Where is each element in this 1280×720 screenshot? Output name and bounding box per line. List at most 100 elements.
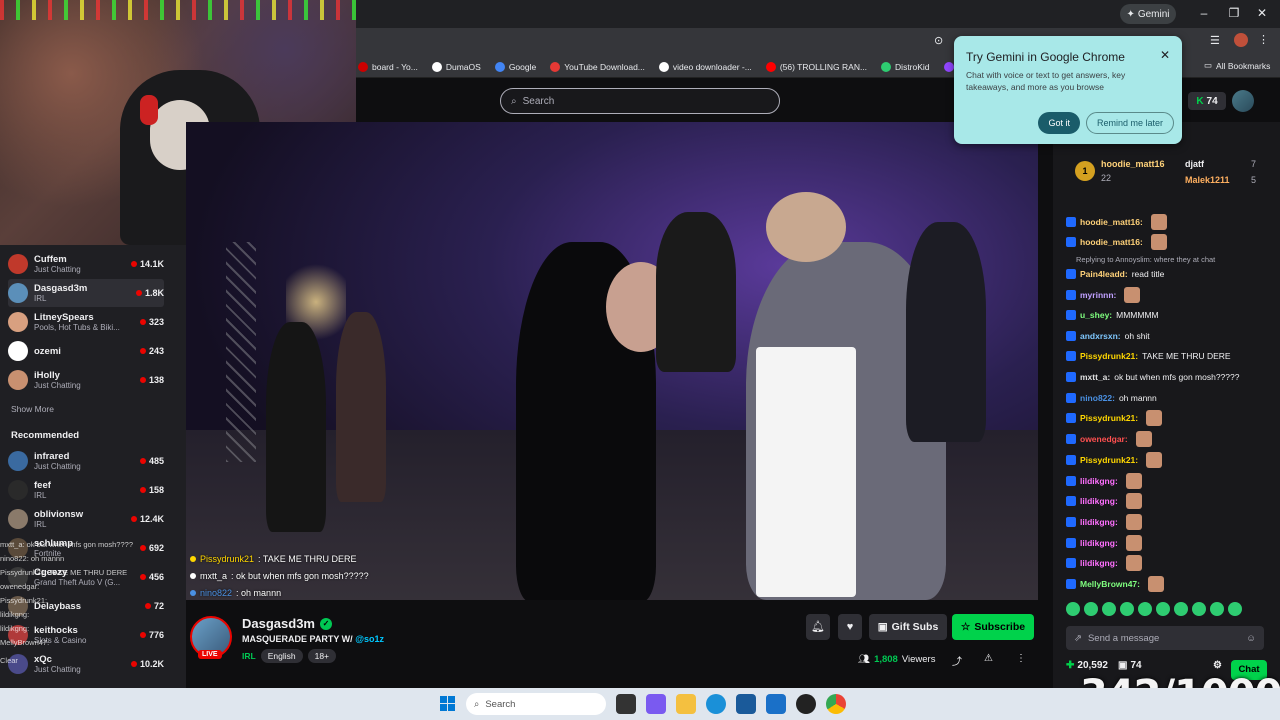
chat-badge-icon <box>1066 476 1076 486</box>
more-icon[interactable]: ⋮ <box>1258 33 1269 46</box>
chat-badge-icon <box>1066 393 1076 403</box>
chat-message[interactable]: lildikgng: <box>1066 512 1276 532</box>
tag-english[interactable]: English <box>260 649 303 663</box>
user-avatar[interactable] <box>1232 90 1254 112</box>
profile-avatar[interactable] <box>1234 33 1248 47</box>
emote-icon[interactable] <box>1210 602 1224 616</box>
gift-icon: ▣ <box>1117 660 1128 671</box>
emote-icon[interactable] <box>1228 602 1242 616</box>
show-more-link[interactable]: Show More <box>11 404 54 414</box>
sidebar-channel-oblivionsw[interactable]: oblivionsw IRL 12.4K <box>8 505 164 533</box>
remind-later-button[interactable]: Remind me later <box>1085 112 1174 134</box>
copilot-icon[interactable] <box>646 694 666 714</box>
chat-message[interactable]: MellyBrown47: <box>1066 574 1276 594</box>
star-icon: ☆ <box>960 621 971 633</box>
emote-bar <box>1066 602 1266 618</box>
chat-message[interactable]: myrinnn: <box>1066 285 1276 305</box>
bookmark-item[interactable]: video downloader -... <box>658 61 752 72</box>
chat-message[interactable]: lildikgng: <box>1066 533 1276 553</box>
chat-message[interactable]: nino822: oh mannn <box>1066 388 1276 408</box>
subscribe-button[interactable]: ☆ Subscribe <box>952 614 1034 640</box>
close-window-icon[interactable]: ✕ <box>1250 6 1274 20</box>
mention-link[interactable]: @so1z <box>355 634 384 644</box>
windows-start-icon[interactable] <box>438 694 458 714</box>
leader-count: 5 <box>1251 175 1257 185</box>
chat-message[interactable]: mxtt_a: ok but when mfs gon mosh????? <box>1066 367 1276 387</box>
task-view-icon[interactable] <box>616 694 636 714</box>
more-options-icon[interactable]: ⋮ <box>1016 653 1026 664</box>
viewer-count: 138 <box>140 375 164 385</box>
chat-message[interactable]: Pissydrunk21: <box>1066 408 1276 428</box>
app-icon[interactable] <box>796 694 816 714</box>
all-bookmarks[interactable]: ▭ All Bookmarks <box>1204 60 1270 71</box>
file-explorer-icon[interactable] <box>676 694 696 714</box>
minimize-icon[interactable]: – <box>1192 6 1216 20</box>
chat-message[interactable]: hoodie_matt16: <box>1066 212 1276 232</box>
leader-name[interactable]: djatf <box>1185 159 1204 169</box>
video-player[interactable] <box>186 122 1038 600</box>
emote-icon[interactable] <box>1066 602 1080 616</box>
leader-name[interactable]: Malek1211 <box>1185 175 1230 185</box>
bookmark-item[interactable]: Google <box>494 61 536 72</box>
chat-message[interactable]: owenedgar: <box>1066 429 1276 449</box>
bookmark-item[interactable]: DumaOS <box>431 61 481 72</box>
chat-message[interactable]: andxrsxn: oh shit <box>1066 326 1276 346</box>
store-icon[interactable] <box>736 694 756 714</box>
bookmark-item[interactable]: board - Yo... <box>358 61 418 72</box>
follow-heart-icon[interactable]: ♥ <box>838 614 862 640</box>
bookmark-item[interactable]: DistroKid <box>881 61 930 72</box>
bookmark-item[interactable]: (56) TROLLING RAN... <box>765 61 867 72</box>
chat-message[interactable]: Pissydrunk21: TAKE ME THRU DERE <box>1066 346 1276 366</box>
emoji-icon[interactable]: ☺ <box>1246 633 1256 644</box>
emote-icon[interactable] <box>1084 602 1098 616</box>
gift-subs-button[interactable]: ▣ Gift Subs <box>869 614 947 640</box>
emote-icon[interactable] <box>1138 602 1152 616</box>
chat-message[interactable]: u_shey: MMMMMM <box>1066 305 1276 325</box>
sidebar-channel-ozemi[interactable]: ozemi 243 <box>8 337 164 365</box>
taskbar-search[interactable]: ⌕ Search <box>466 693 606 715</box>
sidebar-channel-cuffem[interactable]: Cuffem Just Chatting 14.1K <box>8 250 164 278</box>
emote-icon[interactable] <box>1102 602 1116 616</box>
maximize-icon[interactable]: ❐ <box>1222 6 1246 20</box>
category-link[interactable]: IRL <box>242 651 256 661</box>
emote-icon[interactable] <box>1156 602 1170 616</box>
tag-18plus[interactable]: 18+ <box>307 649 337 663</box>
bookmark-item[interactable]: YouTube Download... <box>550 61 645 72</box>
settings-icon[interactable]: ⚙ <box>1213 660 1222 671</box>
channel-name[interactable]: Dasgasd3m ✓ <box>242 616 332 631</box>
chat-message[interactable]: hoodie_matt16: <box>1066 232 1276 252</box>
gift-count[interactable]: ▣ 74 <box>1118 660 1142 671</box>
report-icon[interactable]: ⚠ <box>984 653 993 664</box>
sidebar-channel-iholly[interactable]: iHolly Just Chatting 138 <box>8 366 164 394</box>
chat-message[interactable]: Pissydrunk21: <box>1066 450 1276 470</box>
emote-icon[interactable] <box>1120 602 1134 616</box>
channel-points[interactable]: ✚ 20,592 <box>1066 660 1108 671</box>
edge-icon[interactable] <box>706 694 726 714</box>
chat-message[interactable]: lildikgng: <box>1066 491 1276 511</box>
points-badge[interactable]: K 74 <box>1188 92 1226 110</box>
share-icon[interactable]: ⤴ <box>952 653 962 668</box>
emote-icon[interactable] <box>1192 602 1206 616</box>
sidebar-channel-infrared[interactable]: infrared Just Chatting 485 <box>8 447 164 475</box>
chat-message[interactable]: lildikgng: <box>1066 553 1276 573</box>
emote-icon[interactable] <box>1174 602 1188 616</box>
chat-message[interactable]: Pain4leadd: read title <box>1066 264 1276 284</box>
tab-search-icon[interactable]: ☰ <box>1210 34 1220 47</box>
leader-name[interactable]: hoodie_matt16 <box>1101 159 1165 169</box>
close-icon[interactable]: ✕ <box>1160 48 1170 62</box>
chrome-icon[interactable] <box>826 694 846 714</box>
search-input[interactable]: ⌕ Search <box>500 88 780 114</box>
avatar <box>8 370 28 390</box>
sidebar-channel-feef[interactable]: feef IRL 158 <box>8 476 164 504</box>
got-it-button[interactable]: Got it <box>1038 112 1080 134</box>
chat-input[interactable]: ⇗ Send a message ☺ <box>1066 626 1264 650</box>
gemini-button[interactable]: ✦ Gemini <box>1120 4 1176 24</box>
gemini-popup: Try Gemini in Google Chrome Chat with vo… <box>954 36 1182 144</box>
chat-text: oh shit <box>1124 331 1150 341</box>
site-info-icon[interactable]: ⊙ <box>934 34 943 47</box>
chat-message[interactable]: lildikgng: <box>1066 471 1276 491</box>
sidebar-channel-dasgasd3m[interactable]: Dasgasd3m IRL 1.8K <box>8 279 164 307</box>
sidebar-channel-litneyspears[interactable]: LitneySpears Pools, Hot Tubs & Biki... 323 <box>8 308 164 336</box>
notification-bell-icon[interactable]: 🔔︎ <box>806 614 830 640</box>
outlook-icon[interactable] <box>766 694 786 714</box>
